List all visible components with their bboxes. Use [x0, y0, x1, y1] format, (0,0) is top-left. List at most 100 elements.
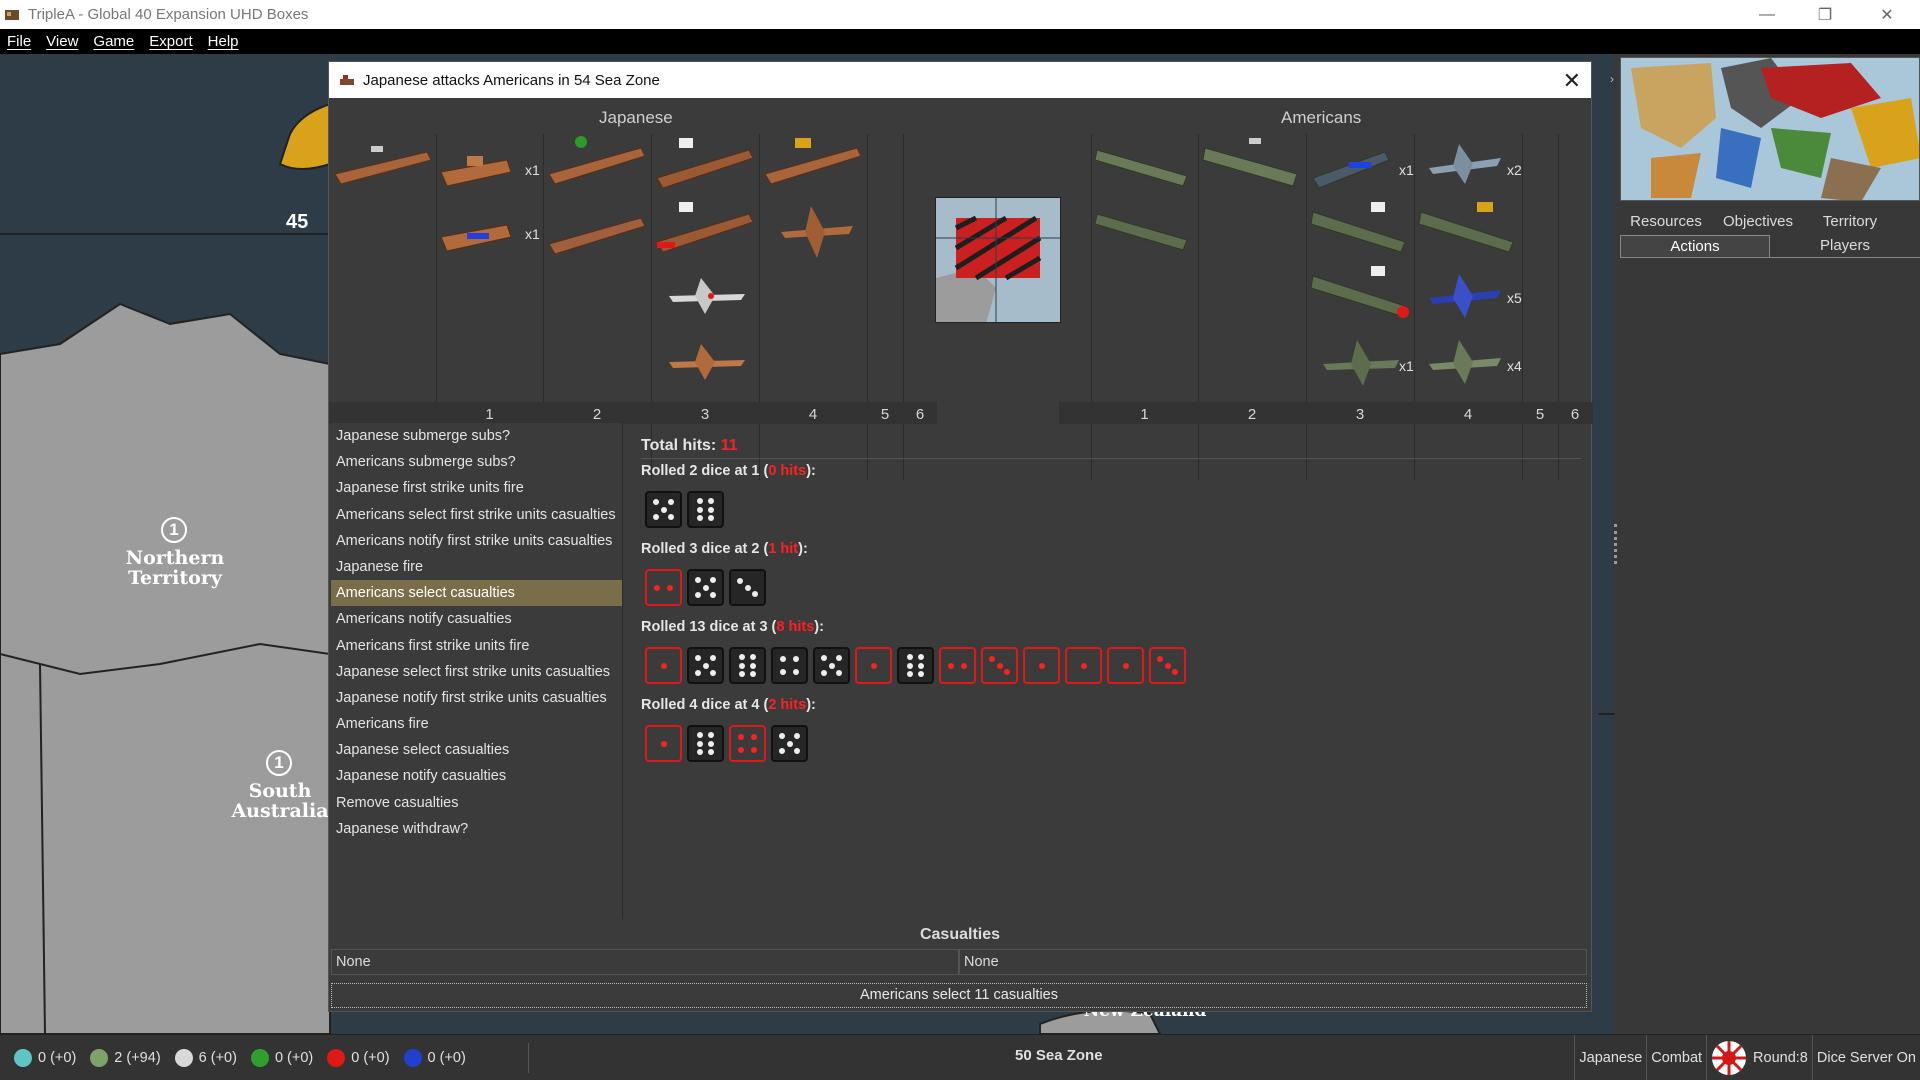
menu-file[interactable]: File — [0, 33, 39, 50]
unit-count: x1 — [525, 162, 540, 178]
roll-summary: Rolled 4 dice at 4 (2 hits): — [641, 697, 1581, 717]
battle-step-item[interactable]: Japanese notify casualties — [331, 763, 622, 789]
tab-resources[interactable]: Resources — [1620, 211, 1712, 232]
battle-step-item[interactable]: Americans submerge subs? — [331, 449, 622, 475]
battle-step-item[interactable]: Remove casualties — [331, 790, 622, 816]
japanese-battleship-damaged-unit[interactable] — [653, 198, 757, 258]
japanese-carrier-unit[interactable] — [331, 138, 435, 188]
triplea-app-icon — [5, 9, 19, 20]
attacker-casualties-field: None — [331, 949, 959, 975]
die-hit — [1107, 647, 1144, 684]
japanese-submarine-unit[interactable] — [545, 204, 649, 260]
dice-rolls: Rolled 2 dice at 1 (0 hits): Rolled 3 dic… — [641, 463, 1581, 763]
defender-col-5: 5 — [1535, 406, 1545, 423]
die-hit — [645, 569, 682, 606]
die-pip — [708, 506, 715, 513]
die-pip — [989, 655, 996, 662]
american-destroyer-unit[interactable] — [1093, 138, 1197, 194]
japanese-transport-unit[interactable] — [437, 142, 517, 192]
die-pip — [709, 577, 716, 584]
die-pip — [660, 740, 667, 747]
seazone-number-label: 45 — [286, 211, 309, 233]
menu-view[interactable]: View — [39, 33, 86, 50]
die-pip — [696, 515, 703, 522]
die-pip — [708, 731, 715, 738]
american-battleship-damaged-unit[interactable] — [1309, 262, 1413, 326]
battle-step-item[interactable]: Americans fire — [331, 711, 622, 737]
split-handle[interactable] — [1614, 524, 1620, 564]
american-submarine-unit[interactable] — [1093, 202, 1197, 258]
battle-step-item[interactable]: Americans select first strike units casu… — [331, 502, 622, 528]
american-fighter-unit[interactable] — [1425, 138, 1505, 188]
battle-step-item[interactable]: Americans select casualties — [331, 580, 622, 607]
japanese-fighter-unit[interactable] — [665, 272, 749, 316]
die-pip — [835, 669, 842, 676]
minimize-button[interactable]: — — [1738, 0, 1796, 29]
close-window-button[interactable]: ✕ — [1858, 0, 1916, 29]
tab-actions[interactable]: Actions — [1620, 235, 1770, 257]
american-tactical-bomber-unit[interactable] — [1319, 334, 1403, 390]
die-hit — [729, 725, 766, 762]
battle-step-item[interactable]: Japanese select first strike units casua… — [331, 659, 622, 685]
american-fighter-green-unit[interactable] — [1425, 334, 1505, 388]
american-cruiser-unit[interactable] — [1417, 198, 1521, 258]
battle-step-item[interactable]: Japanese select casualties — [331, 737, 622, 763]
resource-stat: 6 (+0) — [174, 1048, 237, 1067]
die-hit — [939, 647, 976, 684]
battle-step-item[interactable]: Japanese first strike units fire — [331, 475, 622, 501]
american-carrier-unit[interactable] — [1201, 134, 1305, 194]
die-pip — [779, 669, 786, 676]
dialog-close-button[interactable]: ✕ — [1563, 68, 1581, 94]
money-icon — [90, 1048, 109, 1067]
die-pip — [702, 662, 709, 669]
battle-step-item[interactable]: Japanese submerge subs? — [331, 423, 622, 449]
american-battleship-unit[interactable] — [1309, 198, 1413, 258]
defender-header: Americans — [1281, 108, 1362, 127]
roll-hits-count: 2 hits — [768, 697, 807, 713]
die-pip — [821, 669, 828, 676]
battle-step-item[interactable]: Americans notify first strike units casu… — [331, 528, 622, 554]
resource-value: 6 (+0) — [198, 1049, 237, 1066]
tab-objectives[interactable]: Objectives — [1712, 211, 1804, 232]
japanese-bomber-unit[interactable] — [777, 202, 857, 262]
column-separator — [1091, 134, 1092, 480]
american-transport-loaded-unit[interactable] — [1309, 138, 1393, 194]
battle-step-item[interactable]: Americans first strike units fire — [331, 633, 622, 659]
die-pip — [793, 655, 800, 662]
territory-south-australia[interactable]: South Australia — [215, 781, 345, 821]
die-hit — [645, 725, 682, 762]
territory-northern-territory[interactable]: Northern Territory — [110, 548, 240, 588]
hovered-territory-label: 50 Sea Zone — [1015, 1047, 1103, 1064]
tab-territory[interactable]: Territory — [1804, 211, 1896, 232]
column-separator — [867, 134, 868, 480]
attacker-col-4: 4 — [808, 406, 818, 423]
die-pip — [695, 577, 702, 584]
japanese-battleship-unit[interactable] — [653, 134, 757, 194]
japanese-cruiser-unit[interactable] — [545, 134, 649, 190]
sea-zone-tile-svg — [936, 198, 1060, 322]
resource-stats: 0 (+0) 2 (+94) 6 (+0) 0 (+0) 0 (+0) 0 (+0) — [0, 1048, 480, 1067]
resource-stat: 0 (+0) — [250, 1048, 313, 1067]
die-pip — [779, 733, 786, 740]
japanese-tactical-bomber-unit[interactable] — [665, 338, 749, 382]
unit-count: x4 — [1507, 358, 1522, 374]
menu-game[interactable]: Game — [86, 33, 142, 50]
red-token-icon — [327, 1048, 346, 1067]
menu-export[interactable]: Export — [142, 33, 200, 50]
menu-help[interactable]: Help — [201, 33, 247, 50]
roll-hits-count: 8 hits — [776, 619, 815, 635]
minimap[interactable] — [1620, 57, 1920, 201]
american-strategic-bomber-unit[interactable] — [1425, 268, 1505, 322]
battle-step-item[interactable]: Japanese notify first strike units casua… — [331, 685, 622, 711]
select-casualties-button[interactable]: Americans select 11 casualties — [331, 983, 1587, 1008]
die-pip — [737, 747, 744, 754]
tab-players[interactable]: Players — [1770, 235, 1920, 257]
japanese-transport-loaded-unit[interactable] — [437, 207, 517, 257]
battle-step-item[interactable]: Japanese fire — [331, 554, 622, 580]
collapse-chevron-icon[interactable]: › — [1610, 72, 1614, 86]
battle-step-item[interactable]: Americans notify casualties — [331, 606, 622, 632]
japanese-battleship-4-unit[interactable] — [761, 134, 865, 190]
dice-row — [645, 491, 1581, 529]
battle-step-item[interactable]: Japanese withdraw? — [331, 816, 622, 842]
maximize-button[interactable]: ❐ — [1796, 0, 1854, 29]
